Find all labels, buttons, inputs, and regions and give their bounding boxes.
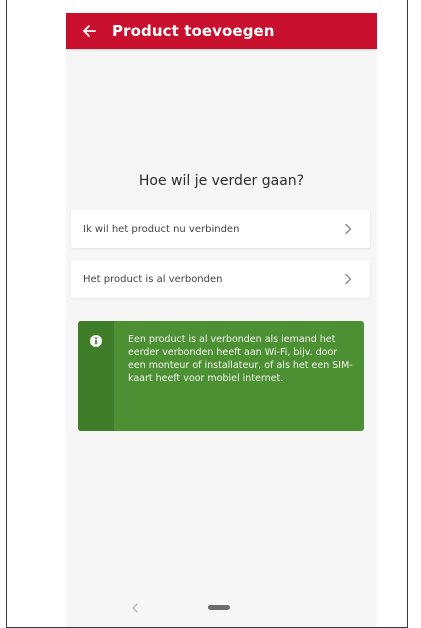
- left-border: [6, 0, 7, 628]
- chevron-right-icon: [340, 221, 356, 237]
- option-connect-now[interactable]: Ik wil het product nu verbinden: [71, 210, 370, 248]
- screenshot-frame: Product toevoegen Hoe wil je verder gaan…: [0, 0, 421, 628]
- right-border: [407, 0, 408, 628]
- system-navigation-bar: [66, 591, 377, 627]
- page-title: Product toevoegen: [112, 22, 275, 40]
- arrow-left-icon: [83, 25, 96, 37]
- chevron-left-icon[interactable]: [128, 600, 142, 614]
- info-message: Een product is al verbonden als iemand h…: [78, 321, 364, 431]
- app-bar: Product toevoegen: [66, 13, 377, 49]
- back-button[interactable]: [76, 13, 102, 49]
- question-heading: Hoe wil je verder gaan?: [138, 173, 305, 189]
- option-label: Ik wil het product nu verbinden: [83, 223, 240, 235]
- chevron-right-icon: [340, 271, 356, 287]
- info-icon: [90, 335, 102, 347]
- option-already-connected[interactable]: Het product is al verbonden: [71, 260, 370, 298]
- home-pill-icon[interactable]: [208, 605, 230, 610]
- option-label: Het product is al verbonden: [83, 273, 223, 285]
- info-text: Een product is al verbonden als iemand h…: [128, 334, 353, 384]
- phone-screen: Product toevoegen Hoe wil je verder gaan…: [66, 13, 377, 627]
